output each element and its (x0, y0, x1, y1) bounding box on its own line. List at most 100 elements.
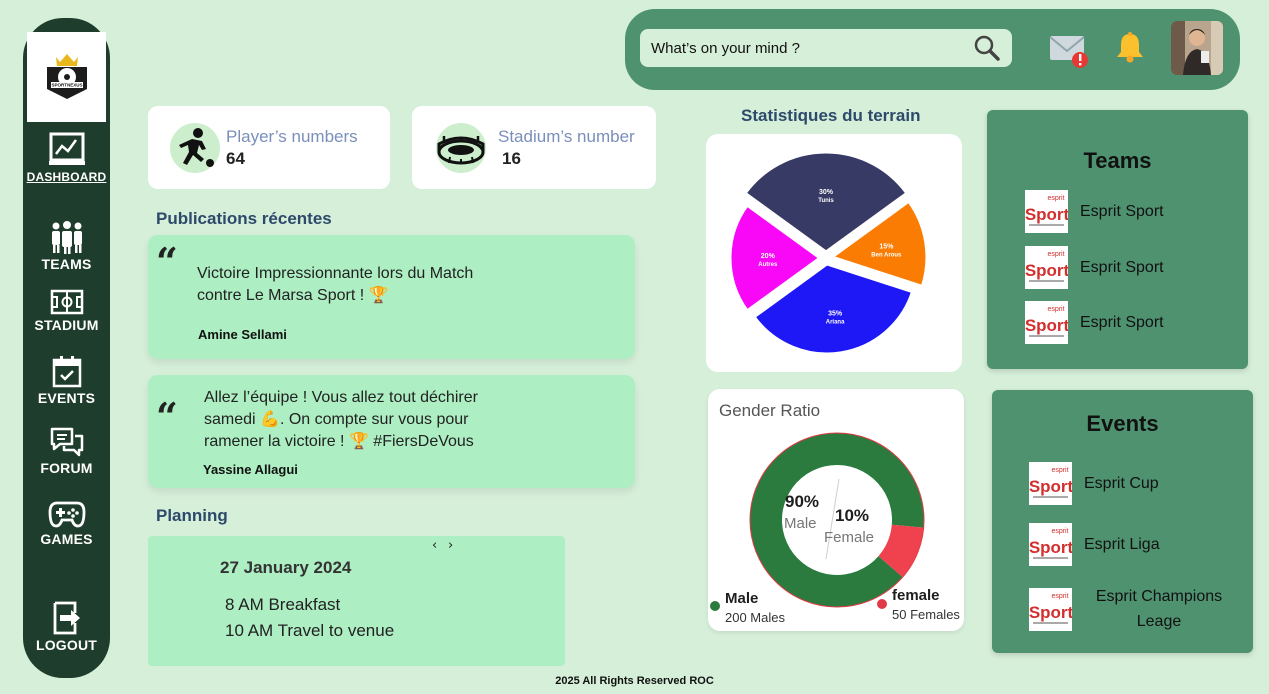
stadiums-stat-value: 16 (502, 148, 521, 168)
gamepad-icon (48, 501, 85, 528)
players-stat-label: Player’s numbers (226, 126, 358, 146)
logo[interactable]: SPORTNEXUS (27, 32, 106, 122)
planning-prev-button[interactable]: ‹ (432, 538, 437, 553)
sidebar-item-stadium[interactable]: STADIUM (23, 289, 110, 333)
thumb-brand-main: Sport (1025, 205, 1068, 224)
sidebar-label-stadium: STADIUM (34, 317, 99, 333)
field-icon (50, 289, 83, 315)
logo-text: SPORTNEXUS (51, 83, 82, 88)
post-card[interactable]: “ Allez l’équipe ! Vous allez tout déchi… (148, 375, 635, 488)
esprit-sport-logo: esprit Sport (1029, 587, 1072, 631)
post-line: Victoire Impressionnante lors du Match (197, 265, 474, 282)
thumb-brand-main: Sport (1025, 316, 1068, 335)
post-line: Allez l’équipe ! Vous allez tout déchire… (204, 389, 478, 406)
esprit-sport-logo: esprit Sport (1029, 462, 1072, 505)
event-item[interactable]: esprit Sport Esprit Champions Leage (1029, 584, 1234, 634)
planning-entries: 8 AM Breakfast 10 AM Travel to venue (225, 592, 394, 644)
teams-panel: Teams esprit Sport Esprit Sport esprit Spo… (987, 110, 1248, 369)
pie-category-label: Tunis (818, 198, 834, 204)
post-card[interactable]: “ Victoire Impressionnante lors du Match… (148, 235, 635, 359)
players-stat-value: 64 (226, 148, 245, 168)
male-word: Male (784, 515, 817, 532)
mail-alert-icon (1049, 36, 1088, 68)
thumb-brand-main: Sport (1029, 538, 1072, 557)
planning-card: ‹ › 27 January 2024 8 AM Breakfast 10 AM… (148, 536, 565, 666)
sidebar-item-dashboard[interactable]: DASHBOARD (23, 132, 110, 184)
thumb-brand-top: esprit (1047, 195, 1064, 202)
team-name: Esprit Sport (1080, 203, 1164, 220)
female-legend-label: female (892, 587, 940, 604)
avatar[interactable] (1171, 21, 1223, 75)
terrain-stats-title: Statistiques du terrain (741, 106, 921, 125)
male-legend-label: Male (725, 590, 759, 607)
thumb-brand-top: esprit (1047, 251, 1064, 258)
pie-percent-label: 35% (828, 310, 843, 317)
sidebar-label-forum: FORUM (40, 460, 93, 476)
search-bar (640, 29, 1012, 67)
team-item[interactable]: esprit Sport Esprit Sport (1025, 246, 1164, 289)
sidebar-label-events: EVENTS (37, 390, 96, 406)
logout-icon (53, 601, 80, 635)
search-icon[interactable] (973, 34, 1001, 62)
sidebar-item-games[interactable]: GAMES (23, 499, 110, 547)
sidebar-label-games: GAMES (40, 531, 93, 547)
male-legend-dot (710, 601, 720, 611)
sidebar: SPORTNEXUS DASHBOARD TEAMS STADIUM EVENT… (23, 18, 110, 678)
sidebar-item-events[interactable]: EVENTS (23, 356, 110, 406)
chart-icon (48, 132, 85, 165)
planning-entry: 8 AM Breakfast (225, 595, 341, 614)
thumb-brand-main: Sport (1029, 603, 1072, 622)
event-name: Esprit Cup (1084, 475, 1159, 492)
planning-title: Planning (156, 506, 228, 525)
planning-next-button[interactable]: › (448, 538, 453, 553)
chat-icon (50, 427, 83, 457)
event-item[interactable]: esprit Sport Esprit Liga (1029, 523, 1160, 566)
notifications-button[interactable] (1115, 31, 1145, 67)
terrain-pie-card: 30% Tunis 15% Ben Arous 35% Ariana 20% Autres (706, 134, 962, 372)
female-word: Female (824, 529, 875, 546)
planning-entry: 10 AM Travel to venue (225, 621, 395, 640)
female-legend-count: 50 Females (892, 607, 960, 622)
pie-percent-label: 30% (819, 189, 834, 196)
sidebar-label-dashboard: DASHBOARD (26, 170, 107, 184)
stadium-icon (436, 122, 486, 173)
search-input[interactable] (651, 39, 973, 57)
stadiums-stat-card: Stadium’s number 16 (412, 106, 656, 189)
post-text: Victoire Impressionnante lors du Match c… (197, 263, 473, 307)
thumb-brand-top: esprit (1047, 306, 1064, 313)
events-title: Events (1086, 411, 1159, 436)
post-text: Allez l’équipe ! Vous allez tout déchire… (204, 387, 478, 453)
mail-button[interactable] (1049, 33, 1091, 73)
team-item[interactable]: esprit Sport Esprit Sport (1025, 190, 1164, 233)
stadiums-stat-label: Stadium’s number (498, 126, 635, 146)
post-line: ramener la victoire ! 🏆 #FiersDeVous (204, 433, 474, 450)
team-name: Esprit Sport (1080, 314, 1164, 331)
sportnexus-logo-icon: SPORTNEXUS (46, 54, 87, 99)
terrain-pie-chart: 30% Tunis 15% Ben Arous 35% Ariana 20% Autres (728, 150, 929, 356)
logout-button[interactable]: LOGOUT (23, 601, 110, 653)
event-name: Esprit Champions Leage (1095, 588, 1223, 630)
quote-icon: “ (156, 394, 178, 439)
team-icon (51, 221, 82, 254)
esprit-sport-logo: esprit Sport (1029, 523, 1072, 566)
calendar-icon (52, 356, 81, 388)
sidebar-item-forum[interactable]: FORUM (23, 426, 110, 476)
bell-icon (1117, 32, 1143, 63)
female-percentage: 10% (835, 506, 870, 525)
male-legend-count: 200 Males (725, 610, 785, 625)
players-stat-card: Player’s numbers 64 (148, 106, 390, 189)
events-panel: Events esprit Sport Esprit Cup esprit Spor… (992, 390, 1253, 653)
thumb-brand-main: Sport (1025, 261, 1068, 280)
event-item[interactable]: esprit Sport Esprit Cup (1029, 462, 1159, 505)
team-name: Esprit Sport (1080, 259, 1164, 276)
thumb-brand-main: Sport (1029, 477, 1072, 496)
teams-title: Teams (1083, 148, 1152, 173)
thumb-brand-top: esprit (1051, 593, 1068, 600)
team-item[interactable]: esprit Sport Esprit Sport (1025, 301, 1164, 344)
event-name: Esprit Liga (1084, 536, 1160, 553)
quote-icon: “ (156, 239, 178, 284)
thumb-brand-top: esprit (1051, 528, 1068, 535)
publications-title: Publications récentes (156, 209, 332, 228)
logout-label: LOGOUT (35, 637, 98, 653)
sidebar-item-teams[interactable]: TEAMS (23, 220, 110, 272)
